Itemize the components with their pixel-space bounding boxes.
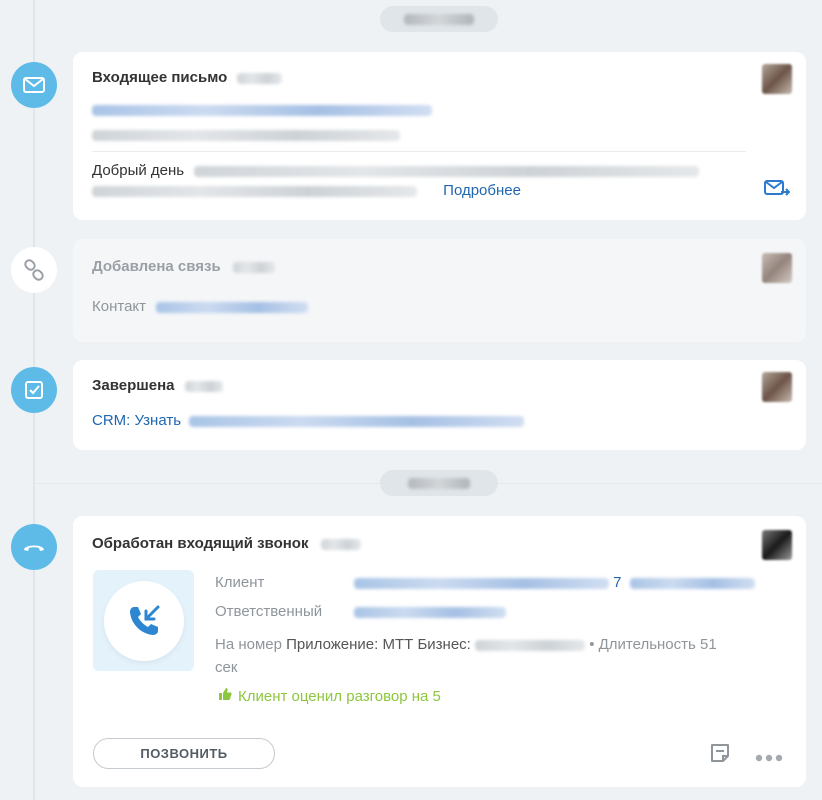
contact-name-blurred[interactable] xyxy=(156,301,309,313)
more-link[interactable]: Подробнее xyxy=(443,182,521,199)
responsible-label: Ответственный xyxy=(215,603,323,620)
contact-label: Контакт xyxy=(92,298,147,315)
phone-hangup-icon xyxy=(11,524,57,570)
email-preview-line2: Подробнее xyxy=(92,182,521,199)
contact-row: Контакт xyxy=(92,298,309,315)
date-separator xyxy=(380,470,498,496)
email-reply-icon[interactable] xyxy=(764,180,791,203)
email-recipients-blurred xyxy=(92,102,432,120)
link-added-event-card[interactable]: Добавлена связь Контакт xyxy=(73,239,806,342)
date-label-blurred xyxy=(408,477,470,489)
rating-row: Клиент оценил разговор на 5 xyxy=(218,687,441,705)
responsible-value[interactable] xyxy=(354,603,506,620)
task-link[interactable]: CRM: Узнать xyxy=(92,412,181,429)
link-chain-icon xyxy=(11,247,57,293)
duration-unit: сек xyxy=(215,659,238,676)
incoming-call-icon xyxy=(103,580,184,661)
email-preview-text: Добрый день xyxy=(92,162,185,179)
client-phone-visible: 7 xyxy=(613,574,622,591)
date-label-blurred xyxy=(404,13,474,25)
date-separator xyxy=(380,6,498,32)
number-label: На номер xyxy=(215,636,282,653)
divider xyxy=(92,151,746,152)
client-value[interactable]: 7 xyxy=(354,574,755,591)
rating-text: Клиент оценил разговор на 5 xyxy=(238,687,441,705)
call-title: Обработан входящий звонок xyxy=(92,535,361,552)
call-button[interactable]: ПОЗВОНИТЬ xyxy=(93,738,275,769)
avatar[interactable] xyxy=(762,530,792,560)
incoming-call-badge xyxy=(93,570,194,671)
call-number-info: На номер Приложение: МТТ Бизнес: • Длите… xyxy=(215,636,717,676)
client-label: Клиент xyxy=(215,574,265,591)
email-event-card[interactable]: Входящее письмо Добрый день Подробнее xyxy=(73,52,806,220)
completed-title: Завершена xyxy=(92,377,223,394)
envelope-icon xyxy=(11,62,57,108)
note-icon[interactable] xyxy=(709,742,731,769)
checkbox-icon xyxy=(11,367,57,413)
number-value: Приложение: МТТ Бизнес: xyxy=(286,636,471,653)
completed-event-card[interactable]: Завершена CRM: Узнать xyxy=(73,360,806,450)
link-added-title: Добавлена связь xyxy=(92,258,275,275)
avatar[interactable] xyxy=(762,64,792,94)
task-link-row: CRM: Узнать xyxy=(92,412,525,429)
email-subject-blurred xyxy=(92,127,400,145)
avatar[interactable] xyxy=(762,253,792,283)
thumbs-up-icon xyxy=(218,687,232,705)
call-event-card[interactable]: Обработан входящий звонок Клиент 7 Ответ… xyxy=(73,516,806,787)
email-preview: Добрый день xyxy=(92,162,700,179)
duration-label: Длительность 51 xyxy=(598,636,717,653)
more-dots-icon[interactable] xyxy=(755,749,783,767)
avatar[interactable] xyxy=(762,372,792,402)
email-event-title: Входящее письмо xyxy=(92,69,283,86)
